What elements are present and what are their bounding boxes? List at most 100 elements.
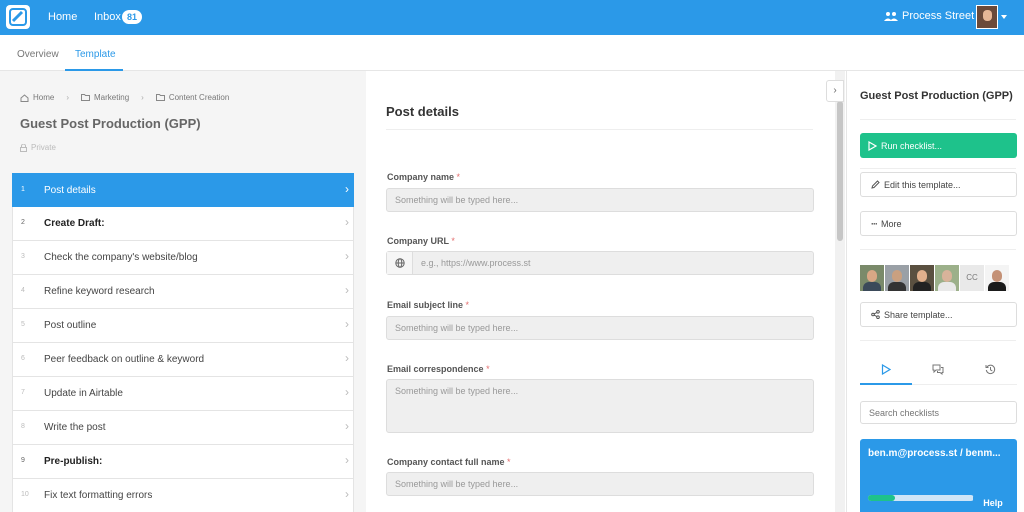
company-name-label: Company name * [387, 172, 461, 182]
company-url-field[interactable]: e.g., https://www.process.st [386, 251, 814, 275]
tab-checklists[interactable] [860, 363, 912, 378]
tab-history[interactable] [964, 364, 1016, 378]
user-avatar[interactable] [976, 5, 998, 29]
breadcrumb-content-creation[interactable]: Content Creation [169, 93, 229, 102]
required-marker: * [507, 457, 511, 467]
nav-home-link[interactable]: Home [48, 11, 77, 23]
task-heading-create-draft[interactable]: 2 Create Draft: › [12, 207, 354, 241]
task-item-check-website[interactable]: 3 Check the company's website/blog › [12, 241, 354, 275]
avatar[interactable] [885, 265, 909, 291]
task-item-post-outline[interactable]: 5 Post outline › [12, 309, 354, 343]
avatar[interactable] [910, 265, 934, 291]
edit-template-button[interactable]: Edit this template... [860, 172, 1017, 197]
sidebar-tabs [860, 359, 1017, 385]
chevron-right-icon: › [833, 85, 837, 96]
chevron-right-icon: › [345, 215, 349, 229]
task-label: Post details [44, 185, 96, 196]
nav-inbox-link[interactable]: Inbox [94, 11, 121, 23]
chevron-right-icon: › [345, 317, 349, 331]
org-name: Process Street [902, 10, 975, 22]
users-icon [884, 12, 898, 21]
task-item-keyword-research[interactable]: 4 Refine keyword research › [12, 275, 354, 309]
required-marker: * [465, 300, 470, 310]
avatar[interactable] [860, 265, 884, 291]
task-label: Pre-publish: [44, 456, 103, 467]
share-template-label: Share template... [884, 309, 953, 320]
avatar-initials[interactable]: CC [960, 265, 984, 291]
breadcrumb-separator-icon: › [141, 93, 144, 102]
avatar[interactable] [935, 265, 959, 291]
email-correspondence-field[interactable]: Something will be typed here... [386, 379, 814, 433]
task-heading-pre-publish[interactable]: 9 Pre-publish: › [12, 445, 354, 479]
chevron-right-icon: › [345, 487, 349, 501]
checklist-card-title: ben.m@process.st / benm... [868, 448, 1001, 459]
task-label: Refine keyword research [44, 286, 155, 297]
task-number: 6 [21, 355, 25, 362]
task-item-update-airtable[interactable]: 7 Update in Airtable › [12, 377, 354, 411]
breadcrumb-marketing[interactable]: Marketing [94, 93, 129, 102]
visibility-label: Private [20, 143, 56, 152]
sidebar-template-title: Guest Post Production (GPP) [860, 90, 1013, 102]
share-template-button[interactable]: Share template... [860, 302, 1017, 327]
task-item-post-details[interactable]: 1 Post details › [12, 173, 354, 207]
divider [860, 168, 1016, 169]
process-street-logo[interactable] [6, 5, 30, 29]
play-icon [881, 363, 892, 376]
divider [860, 119, 1016, 120]
run-checklist-label: Run checklist... [881, 140, 943, 151]
globe-icon [395, 258, 405, 268]
history-icon [985, 364, 995, 375]
url-prefix [387, 252, 413, 274]
email-subject-field[interactable]: Something will be typed here... [386, 316, 814, 340]
edit-template-label: Edit this template... [884, 179, 961, 190]
breadcrumb-home[interactable]: Home [33, 93, 54, 102]
company-name-field[interactable]: Something will be typed here... [386, 188, 814, 212]
contact-name-field[interactable]: Something will be typed here... [386, 472, 814, 496]
task-label: Update in Airtable [44, 388, 123, 399]
task-label: Fix text formatting errors [44, 490, 153, 501]
assignee-avatars: CC [860, 265, 1009, 291]
chevron-down-icon[interactable] [1001, 15, 1007, 19]
scrollbar-thumb[interactable] [837, 101, 843, 241]
folder-icon [155, 94, 165, 101]
more-button[interactable]: ··· More [860, 211, 1017, 236]
required-marker: * [456, 172, 461, 182]
comments-icon [932, 364, 944, 375]
progress-fill [868, 495, 895, 501]
search-checklists-input[interactable] [860, 401, 1017, 424]
org-switcher[interactable]: Process Street [884, 10, 974, 22]
task-label: Write the post [44, 422, 106, 433]
page-tabs: Overview Template [0, 35, 1024, 71]
divider [386, 129, 813, 130]
ellipsis-icon: ··· [871, 218, 878, 229]
template-title: Guest Post Production (GPP) [20, 116, 201, 131]
task-number: 10 [21, 491, 29, 498]
tab-overview[interactable]: Overview [17, 49, 59, 60]
chevron-right-icon: › [345, 385, 349, 399]
form-scrollbar[interactable] [835, 71, 845, 512]
task-item-peer-feedback[interactable]: 6 Peer feedback on outline & keyword › [12, 343, 354, 377]
run-checklist-button[interactable]: Run checklist... [860, 133, 1017, 158]
help-button[interactable]: Help [973, 494, 1013, 512]
task-number: 8 [21, 423, 25, 430]
tab-template[interactable]: Template [75, 49, 116, 60]
task-number: 7 [21, 389, 25, 396]
chevron-right-icon: › [345, 182, 349, 196]
collapse-panel-button[interactable]: › [826, 80, 844, 102]
task-number: 3 [21, 253, 25, 260]
task-number: 4 [21, 287, 25, 294]
task-sidebar: Home › Marketing › Content Creation Gues… [0, 71, 366, 512]
task-item-fix-formatting[interactable]: 10 Fix text formatting errors › [12, 479, 354, 512]
task-form-panel: Post details Company name * Something wi… [366, 71, 835, 512]
email-subject-label: Email subject line * [387, 300, 470, 310]
task-item-write-post[interactable]: 8 Write the post › [12, 411, 354, 445]
home-icon [20, 93, 29, 102]
lock-icon [20, 143, 27, 152]
company-url-placeholder: e.g., https://www.process.st [421, 258, 531, 268]
task-label: Create Draft: [44, 218, 105, 229]
tab-comments[interactable] [912, 364, 964, 378]
checklist-progress-bar [868, 495, 974, 501]
avatar[interactable] [985, 265, 1009, 291]
chevron-right-icon: › [345, 351, 349, 365]
required-marker: * [451, 236, 455, 246]
